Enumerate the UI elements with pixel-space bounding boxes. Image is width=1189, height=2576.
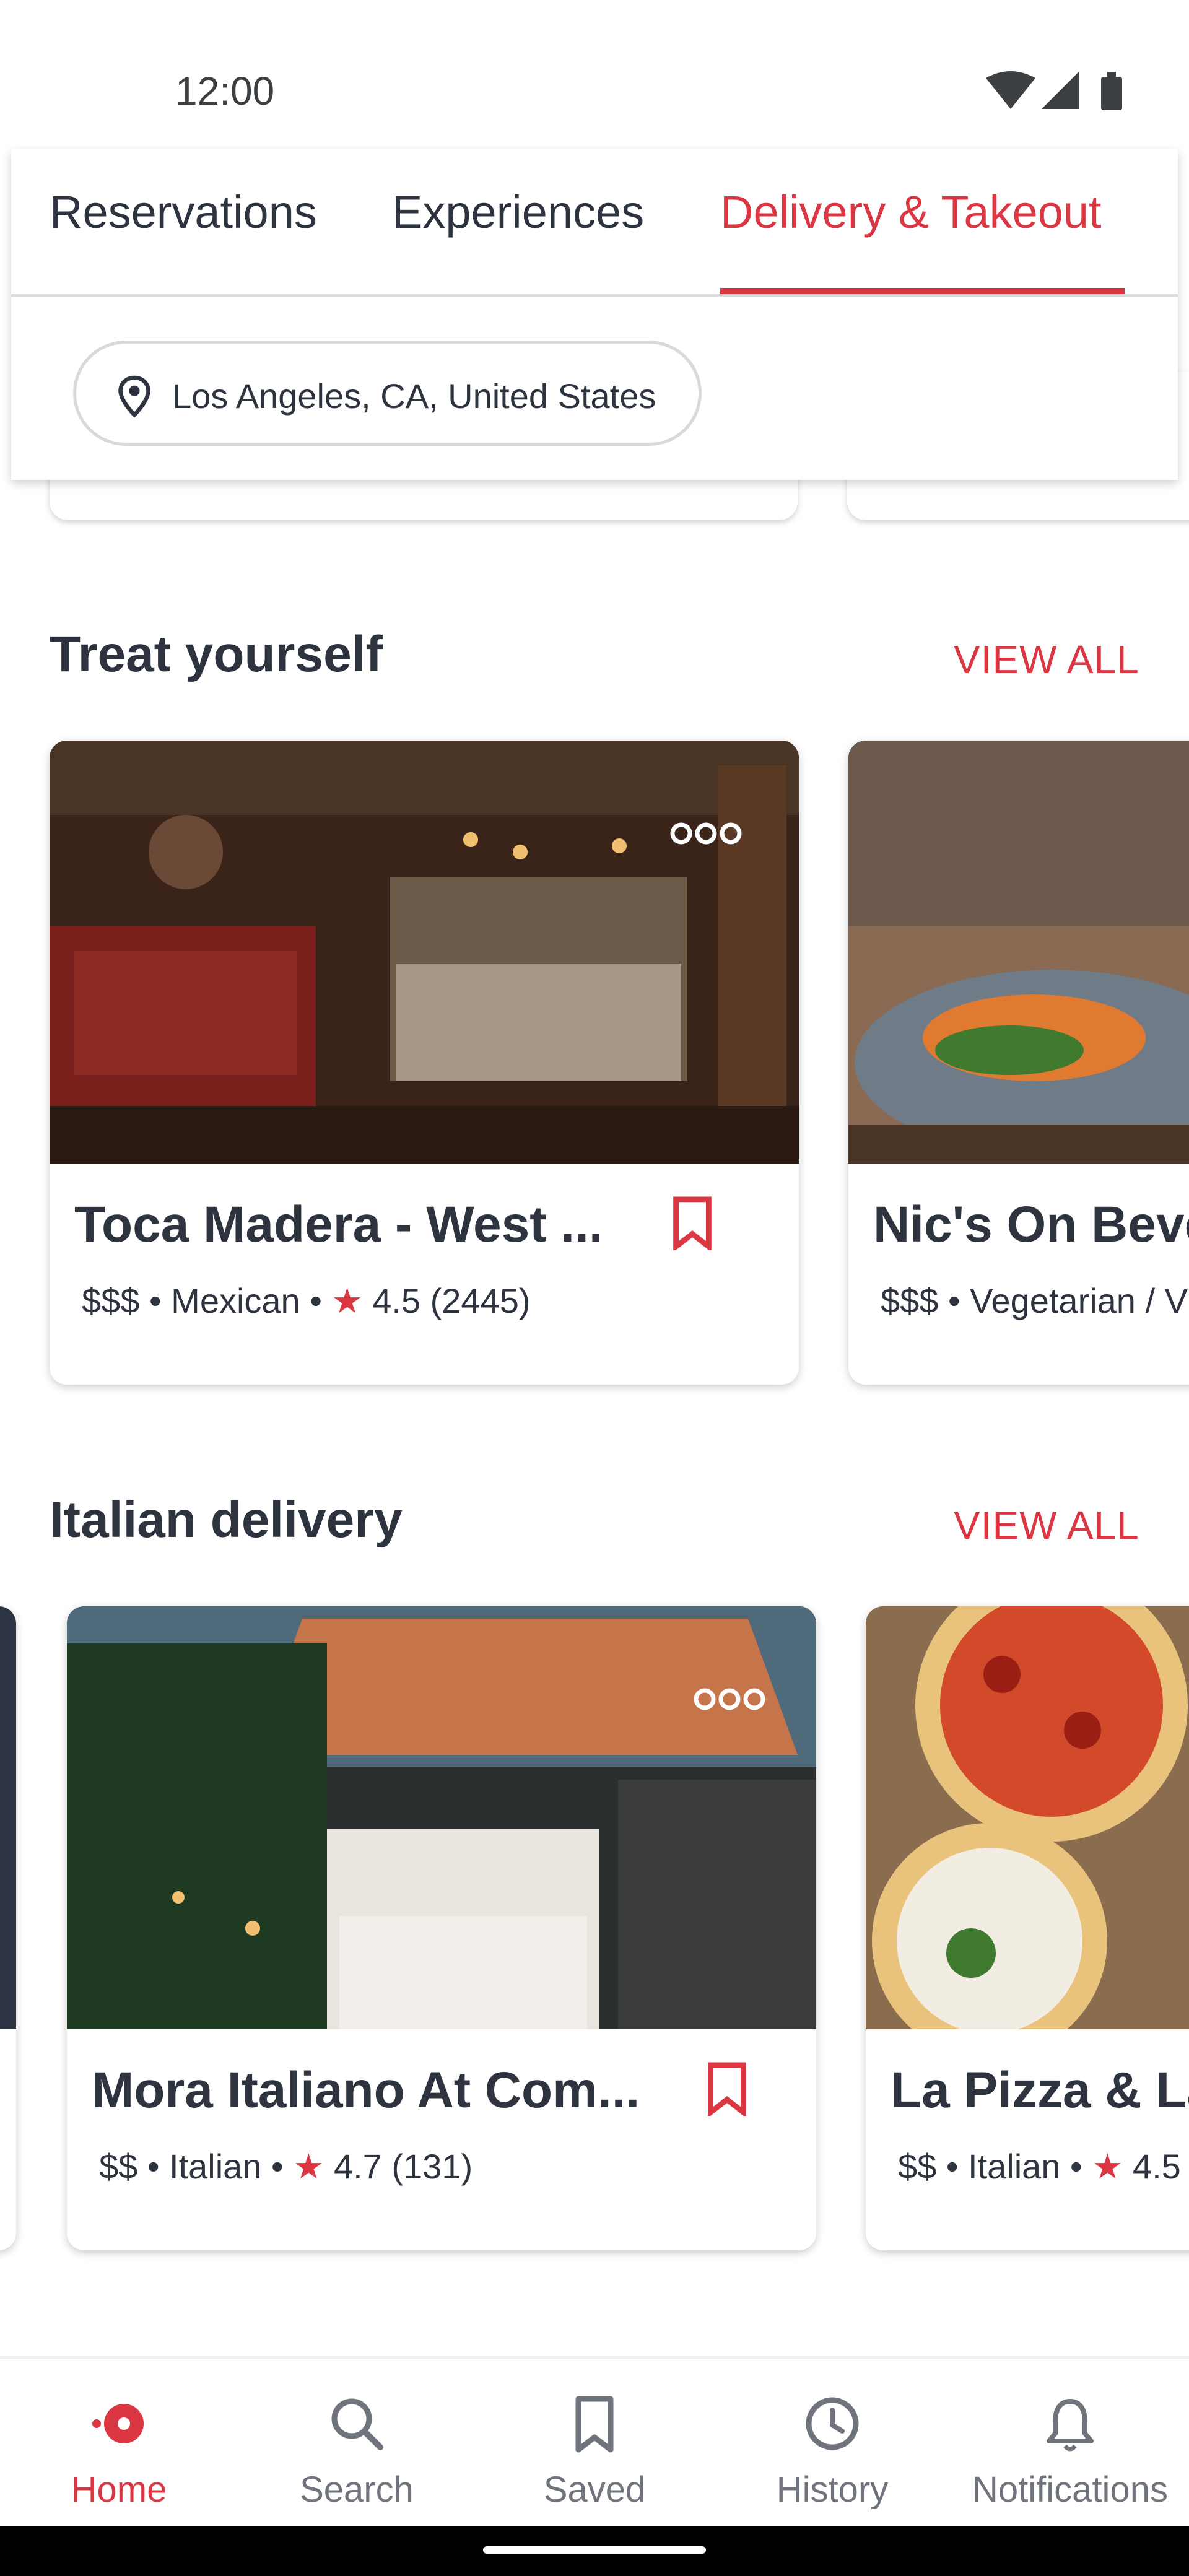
cuisine: Italian	[968, 2147, 1061, 2186]
restaurant-photo	[67, 1606, 816, 2029]
meta-separator: •	[271, 2147, 284, 2186]
nav-home-label: Home	[71, 2469, 167, 2510]
meta-separator: •	[946, 2147, 959, 2186]
bookmark-icon	[575, 2396, 614, 2453]
price-range: $$	[898, 2147, 937, 2186]
restaurant-card[interactable]: Toca Madera - West ... $$$ • Mexican • ★…	[50, 741, 799, 1385]
clock-icon	[806, 2397, 859, 2450]
restaurant-name: Mora Italiano At Com...	[92, 2062, 640, 2118]
status-time: 12:00	[175, 69, 275, 113]
bookmark-icon[interactable]	[705, 2061, 749, 2116]
restaurant-name: Toca Madera - West ...	[74, 1196, 603, 1253]
gesture-handle[interactable]	[483, 2546, 706, 2554]
nav-home[interactable]: Home	[0, 2359, 238, 2529]
tabs-divider	[11, 294, 1178, 297]
review-count: (2445)	[430, 1281, 531, 1320]
more-options-icon[interactable]	[669, 821, 743, 846]
search-icon	[331, 2398, 383, 2450]
meta-separator: •	[310, 1281, 322, 1320]
price-range: $$$	[82, 1281, 140, 1320]
more-options-icon[interactable]	[692, 1687, 767, 1712]
signal-icon	[1042, 72, 1079, 109]
partial-card-left-edge[interactable]	[0, 1606, 16, 2250]
cuisine: Mexican	[171, 1281, 300, 1320]
star-icon: ★	[293, 2147, 324, 2186]
home-icon	[92, 2404, 144, 2443]
price-range: $$$	[881, 1281, 939, 1320]
nav-saved-label: Saved	[543, 2469, 646, 2510]
meta-separator: •	[948, 1281, 960, 1320]
bell-icon	[1047, 2399, 1094, 2452]
restaurant-meta: $$ • Italian • ★ 4.5	[898, 2146, 1181, 2187]
rating: 4.7	[333, 2147, 382, 2186]
view-all-italian-delivery[interactable]: VIEW ALL	[954, 1502, 1139, 1548]
restaurant-photo	[848, 741, 1189, 1164]
meta-separator: •	[1070, 2147, 1082, 2186]
cuisine: Italian	[169, 2147, 262, 2186]
nav-search-label: Search	[300, 2469, 414, 2510]
nav-history[interactable]: History	[713, 2359, 951, 2529]
nav-history-label: History	[776, 2469, 889, 2510]
wifi-icon	[986, 71, 1035, 109]
view-all-treat-yourself[interactable]: VIEW ALL	[954, 637, 1139, 682]
meta-separator: •	[149, 1281, 162, 1320]
nav-notifications-label: Notifications	[972, 2469, 1168, 2510]
cuisine: Vegetarian / V	[970, 1281, 1188, 1320]
restaurant-photo	[0, 1606, 16, 2029]
rating: 4.5	[1132, 2147, 1181, 2186]
restaurant-card[interactable]: Nic's On Beve $$$ • Vegetarian / V	[848, 741, 1189, 1385]
tab-selected-indicator	[720, 288, 1125, 294]
nav-notifications[interactable]: Notifications	[951, 2359, 1189, 2529]
restaurant-photo	[50, 741, 799, 1164]
status-bar: 12:00	[0, 0, 1189, 149]
section-title-italian-delivery: Italian delivery	[50, 1492, 403, 1548]
tab-experiences[interactable]: Experiences	[392, 186, 644, 238]
section-title-treat-yourself: Treat yourself	[50, 626, 383, 682]
review-count: (131)	[391, 2147, 473, 2186]
restaurant-card[interactable]: Mora Italiano At Com... $$ • Italian • ★…	[67, 1606, 816, 2250]
location-pin-icon	[118, 375, 150, 418]
meta-separator: •	[147, 2147, 160, 2186]
restaurant-name: La Pizza & La	[891, 2062, 1189, 2118]
star-icon: ★	[331, 1281, 363, 1320]
status-icons	[986, 71, 1122, 110]
nav-search[interactable]: Search	[238, 2359, 476, 2529]
battery-icon	[1101, 72, 1122, 110]
location-label: Los Angeles, CA, United States	[172, 376, 656, 416]
category-tabs-panel: Reservations Experiences Delivery & Take…	[11, 149, 1178, 480]
restaurant-photo	[866, 1606, 1189, 2029]
star-icon: ★	[1092, 2147, 1123, 2186]
bottom-navigation: Home Search Saved History Notifications	[0, 2356, 1189, 2529]
location-chip[interactable]: Los Angeles, CA, United States	[73, 341, 702, 446]
restaurant-meta: $$ • Italian • ★ 4.7 (131)	[99, 2146, 473, 2187]
restaurant-meta: $$$ • Mexican • ★ 4.5 (2445)	[82, 1281, 531, 1321]
price-range: $$	[99, 2147, 138, 2186]
tab-delivery-takeout[interactable]: Delivery & Takeout	[720, 186, 1102, 238]
restaurant-card[interactable]: La Pizza & La $$ • Italian • ★ 4.5	[866, 1606, 1189, 2250]
restaurant-meta: $$$ • Vegetarian / V	[881, 1281, 1188, 1321]
bookmark-icon[interactable]	[670, 1196, 715, 1250]
restaurant-name: Nic's On Beve	[873, 1196, 1189, 1253]
rating: 4.5	[372, 1281, 421, 1320]
nav-saved[interactable]: Saved	[476, 2359, 713, 2529]
tab-reservations[interactable]: Reservations	[50, 186, 317, 238]
